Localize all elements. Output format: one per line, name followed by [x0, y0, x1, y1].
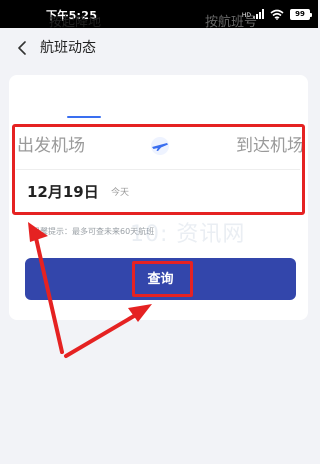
- today-tag: 今天: [111, 188, 130, 198]
- tab-by-flight-number[interactable]: 按航班号: [186, 12, 276, 34]
- airplane-swap-icon[interactable]: [147, 136, 173, 156]
- arrival-airport-field[interactable]: 到达机场: [236, 134, 304, 158]
- nav-bar: 航班动态: [0, 28, 318, 68]
- battery-icon: 99: [290, 8, 312, 20]
- tip-text: 温馨提示：最多可查未来60天航班: [32, 227, 155, 236]
- query-button[interactable]: 查询: [25, 258, 296, 300]
- chevron-left-icon[interactable]: [12, 38, 32, 58]
- page-title: 航班动态: [40, 40, 96, 56]
- query-button-label: 查询: [147, 271, 174, 286]
- tab-by-airports[interactable]: 按起降地: [30, 12, 120, 34]
- divider: [16, 169, 300, 170]
- date-selector[interactable]: 12月19日: [27, 181, 99, 203]
- departure-airport-field[interactable]: 出发机场: [17, 134, 85, 158]
- active-tab-indicator: [67, 116, 101, 118]
